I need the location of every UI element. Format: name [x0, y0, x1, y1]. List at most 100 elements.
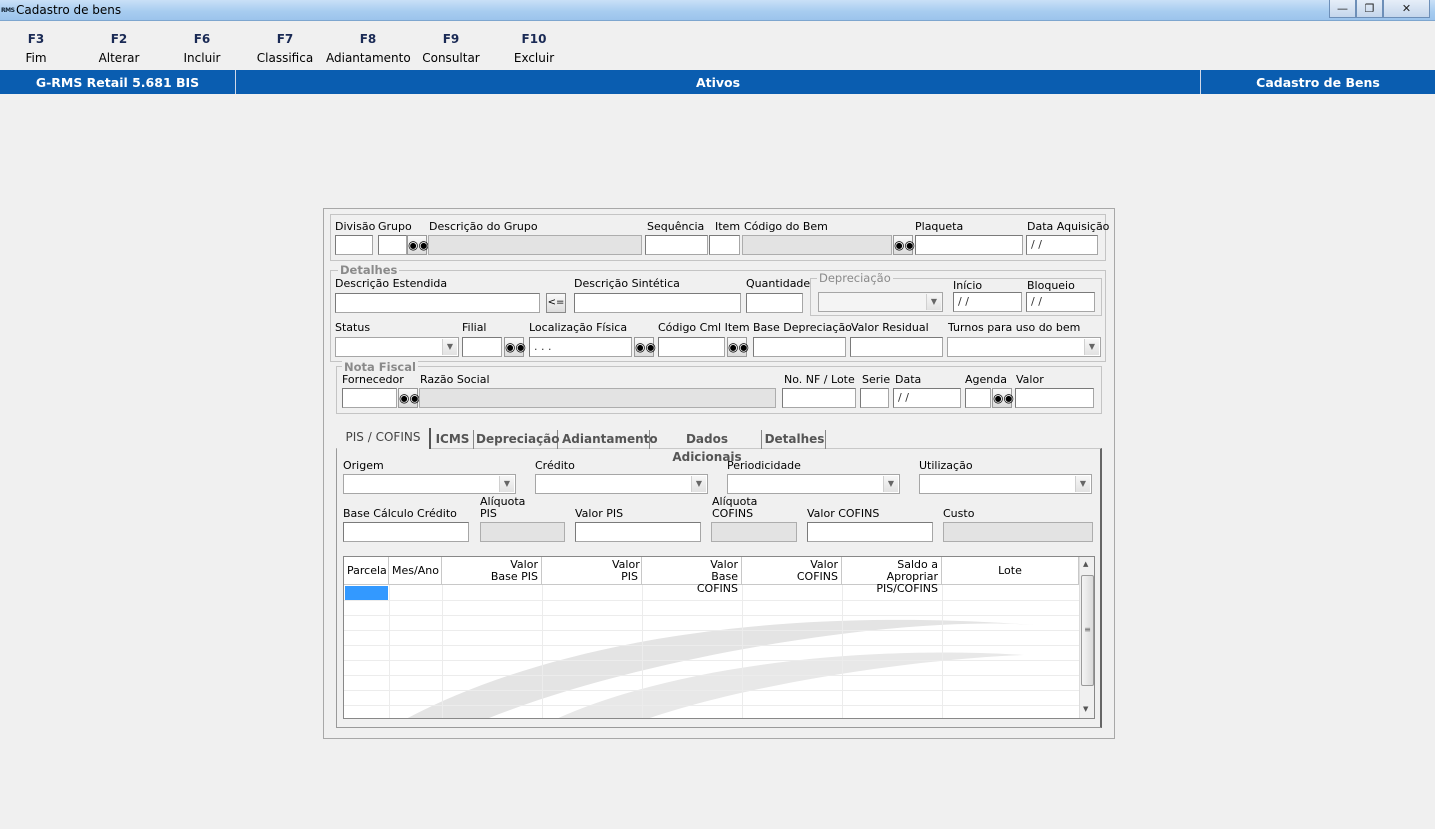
- razao-social-label: Razão Social: [420, 373, 490, 386]
- key-label: F9: [442, 32, 460, 46]
- grid-line: [842, 585, 843, 718]
- tab-icms[interactable]: ICMS: [432, 430, 474, 449]
- quantidade-input[interactable]: [746, 293, 803, 313]
- toolbar-adiantamento-button[interactable]: F8 Adiantamento: [326, 30, 411, 68]
- descricao-estendida-input[interactable]: [335, 293, 540, 313]
- toolbar-classifica-button[interactable]: F7 Classifica: [243, 30, 327, 68]
- inicio-input[interactable]: / /: [953, 292, 1022, 312]
- fornecedor-search-button[interactable]: ◉◉: [398, 388, 420, 408]
- key-label: F8: [359, 32, 377, 46]
- localizacao-search-button[interactable]: ◉◉: [634, 337, 656, 357]
- descricao-estendida-label: Descrição Estendida: [335, 277, 448, 290]
- item-input[interactable]: [709, 235, 740, 255]
- grid-line: [344, 600, 1079, 601]
- agenda-input[interactable]: [965, 388, 991, 408]
- grid-line: [344, 645, 1079, 646]
- close-button[interactable]: ✕: [1383, 0, 1430, 18]
- binoculars-icon: ◉◉: [505, 340, 526, 354]
- codigo-cml-input[interactable]: [658, 337, 725, 357]
- base-depreciacao-input[interactable]: [753, 337, 846, 357]
- base-calculo-input[interactable]: [343, 522, 469, 542]
- periodicidade-label: Periodicidade: [727, 459, 801, 472]
- depreciacao-title: Depreciação: [817, 271, 893, 285]
- tab-dados-adicionais[interactable]: Dados Adicionais: [653, 430, 762, 464]
- scroll-thumb[interactable]: ≡: [1081, 575, 1094, 686]
- grupo-search-button[interactable]: ◉◉: [407, 235, 429, 255]
- turnos-select[interactable]: ▼: [947, 337, 1101, 357]
- column-header: Valor Base COFINS: [642, 557, 742, 595]
- descricao-sintetica-label: Descrição Sintética: [574, 277, 680, 290]
- item-label: Item: [715, 220, 741, 233]
- binoculars-icon: ◉◉: [399, 391, 420, 405]
- aliquota-cofins-label: Alíquota COFINS: [712, 495, 758, 520]
- valor-nf-input[interactable]: [1015, 388, 1094, 408]
- data-nf-input[interactable]: / /: [893, 388, 961, 408]
- binoculars-icon: ◉◉: [993, 391, 1014, 405]
- valor-cofins-input[interactable]: [807, 522, 933, 542]
- fornecedor-label: Fornecedor: [342, 373, 404, 386]
- periodicidade-select[interactable]: ▼: [727, 474, 900, 494]
- credito-select[interactable]: ▼: [535, 474, 708, 494]
- vertical-scrollbar[interactable]: ▲ ≡ ▼: [1079, 557, 1094, 718]
- bloqueio-label: Bloqueio: [1027, 279, 1075, 292]
- chevron-down-icon: ▼: [926, 294, 941, 310]
- utilizacao-select[interactable]: ▼: [919, 474, 1092, 494]
- scroll-down-icon[interactable]: ▼: [1083, 705, 1088, 713]
- fornecedor-input[interactable]: [342, 388, 397, 408]
- codigo-cml-search-button[interactable]: ◉◉: [727, 337, 749, 357]
- descricao-sintetica-input[interactable]: [574, 293, 741, 313]
- origem-select[interactable]: ▼: [343, 474, 516, 494]
- agenda-label: Agenda: [965, 373, 1007, 386]
- divisao-label: Divisão: [335, 220, 376, 233]
- divisao-input[interactable]: [335, 235, 373, 255]
- tab-adiantamento[interactable]: Adiantamento: [562, 430, 658, 449]
- selected-cell[interactable]: [345, 586, 388, 600]
- codigo-cml-label: Código Cml Item: [658, 321, 750, 334]
- localizacao-label: Localização Física: [529, 321, 628, 334]
- agenda-search-button[interactable]: ◉◉: [992, 388, 1014, 408]
- data-aquisicao-input[interactable]: / /: [1026, 235, 1098, 255]
- button-label: Consultar: [422, 51, 480, 65]
- toolbar-incluir-button[interactable]: F6 Incluir: [160, 30, 244, 68]
- origem-label: Origem: [343, 459, 384, 472]
- tab-pis-cofins[interactable]: PIS / COFINS: [337, 428, 431, 449]
- serie-input[interactable]: [860, 388, 889, 408]
- column-header: Lote: [942, 557, 1079, 585]
- column-header: Saldo a Apropriar PIS/COFINS: [842, 557, 942, 595]
- tab-depreciacao[interactable]: Depreciação: [476, 430, 560, 449]
- sequencia-input[interactable]: [645, 235, 708, 255]
- copy-description-button[interactable]: <=: [546, 293, 566, 313]
- tab-detalhes[interactable]: Detalhes: [764, 430, 826, 449]
- descricao-grupo-label: Descrição do Grupo: [429, 220, 538, 233]
- toolbar-fim-button[interactable]: F3 Fim: [0, 30, 78, 68]
- status-select[interactable]: ▼: [335, 337, 459, 357]
- credito-label: Crédito: [535, 459, 575, 472]
- minimize-button[interactable]: —: [1329, 0, 1356, 18]
- valor-residual-input[interactable]: [850, 337, 943, 357]
- grid-line: [742, 585, 743, 718]
- grupo-input[interactable]: [378, 235, 407, 255]
- toolbar-excluir-button[interactable]: F10 Excluir: [492, 30, 576, 68]
- codigo-bem-search-button[interactable]: ◉◉: [893, 235, 915, 255]
- key-label: F10: [521, 32, 547, 46]
- button-label: Classifica: [256, 51, 314, 65]
- filial-search-button[interactable]: ◉◉: [504, 337, 526, 357]
- watermark-logo: [407, 619, 1034, 718]
- filial-input[interactable]: [462, 337, 502, 357]
- button-label: Alterar: [98, 51, 140, 65]
- localizacao-input[interactable]: . . .: [529, 337, 632, 357]
- function-key-toolbar: F3 Fim F2 Alterar F6 Incluir F7 Classifica F…: [0, 22, 1435, 70]
- column-header: Mes/Ano: [389, 557, 442, 585]
- plaqueta-input[interactable]: [915, 235, 1023, 255]
- parcelas-grid[interactable]: Parcela Mes/Ano Valor Base PIS Valor PIS…: [343, 556, 1095, 719]
- valor-pis-input[interactable]: [575, 522, 701, 542]
- maximize-button[interactable]: ❐: [1356, 0, 1383, 18]
- chevron-down-icon: ▼: [442, 339, 457, 355]
- toolbar-alterar-button[interactable]: F2 Alterar: [77, 30, 161, 68]
- bloqueio-input[interactable]: / /: [1026, 292, 1095, 312]
- toolbar-consultar-button[interactable]: F9 Consultar: [409, 30, 493, 68]
- no-nf-input[interactable]: [782, 388, 856, 408]
- column-header: Valor Base PIS: [442, 557, 542, 585]
- scroll-up-icon[interactable]: ▲: [1083, 560, 1088, 568]
- depreciacao-select[interactable]: ▼: [818, 292, 943, 312]
